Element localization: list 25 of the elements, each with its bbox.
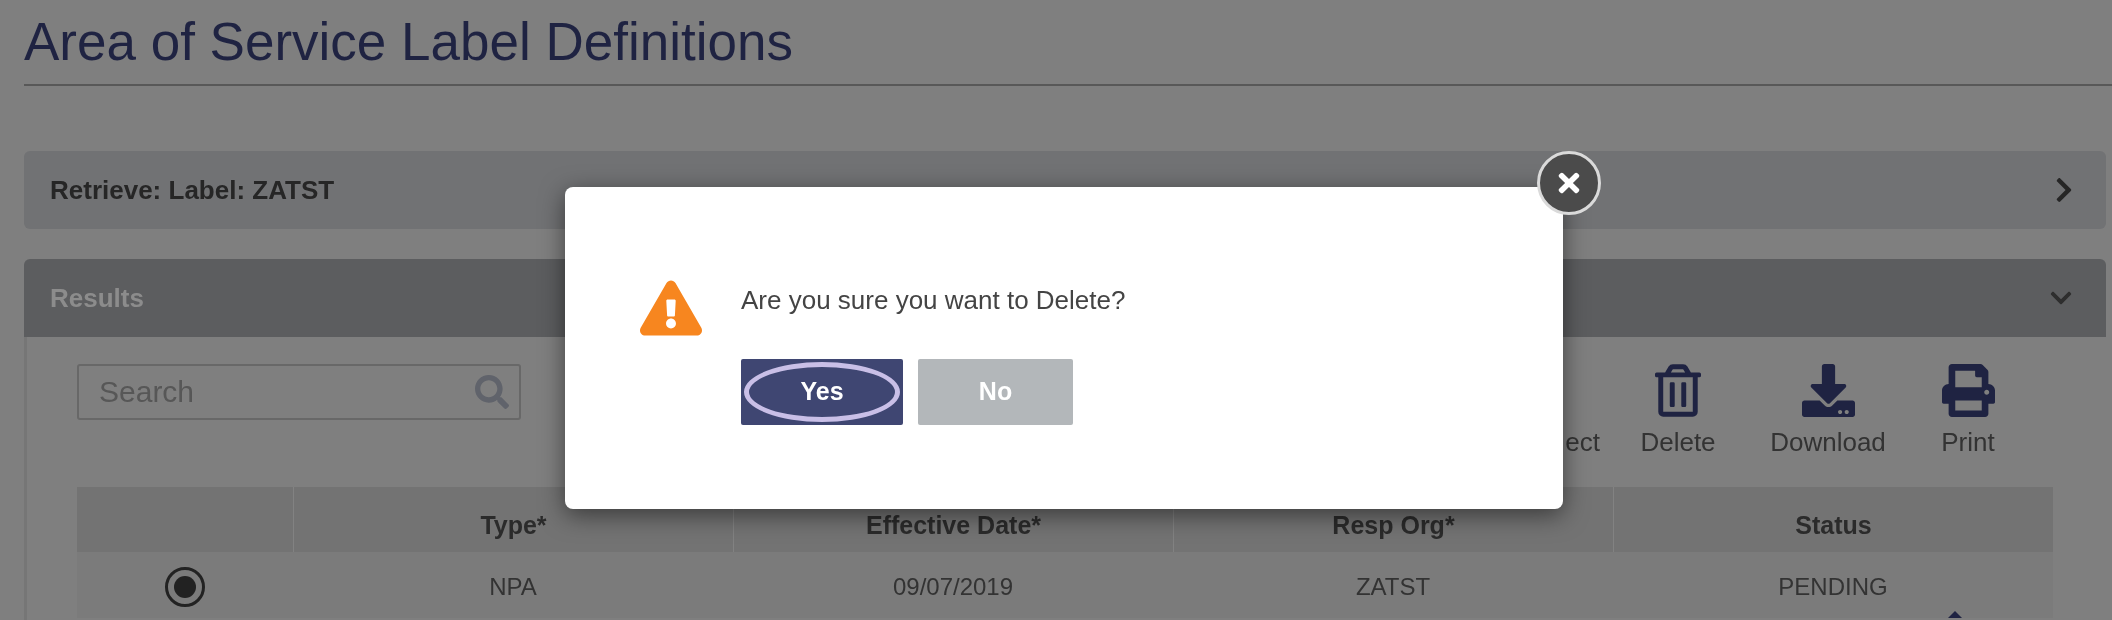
table-cell-text: NPA	[489, 572, 537, 602]
warning-icon	[640, 280, 702, 336]
yes-button[interactable]: Yes	[741, 359, 903, 425]
download-button[interactable]: Download	[1756, 364, 1900, 457]
no-button[interactable]: No	[918, 359, 1073, 425]
search-icon	[475, 375, 509, 409]
radio-button[interactable]	[165, 567, 205, 607]
column-header: Resp Org*	[1332, 511, 1455, 538]
table-row[interactable]: NPA 09/07/2019 ZATST PENDING	[77, 552, 2053, 618]
column-header: Type*	[480, 511, 547, 538]
triangle-icon	[1948, 611, 1962, 618]
delete-button[interactable]: Delete	[1616, 364, 1740, 457]
printer-icon	[1941, 364, 1995, 417]
column-header: Effective Date*	[865, 511, 1042, 538]
table-cell-text: ZATST	[1355, 572, 1431, 602]
panel-title: Retrieve: Label: ZATST	[50, 173, 335, 207]
table-cell-text: 09/07/2019	[892, 572, 1014, 602]
table-cell-text: PENDING	[1778, 572, 1888, 602]
print-button[interactable]: Print	[1916, 364, 2020, 457]
column-header: Status	[1795, 511, 1872, 538]
download-icon	[1801, 364, 1855, 417]
trash-icon	[1655, 364, 1701, 417]
page-title: Area of Service Label Definitions	[24, 14, 793, 70]
toolbar-label: ect	[1565, 427, 1600, 457]
dialog-message: Are you sure you want to Delete?	[741, 284, 1126, 316]
